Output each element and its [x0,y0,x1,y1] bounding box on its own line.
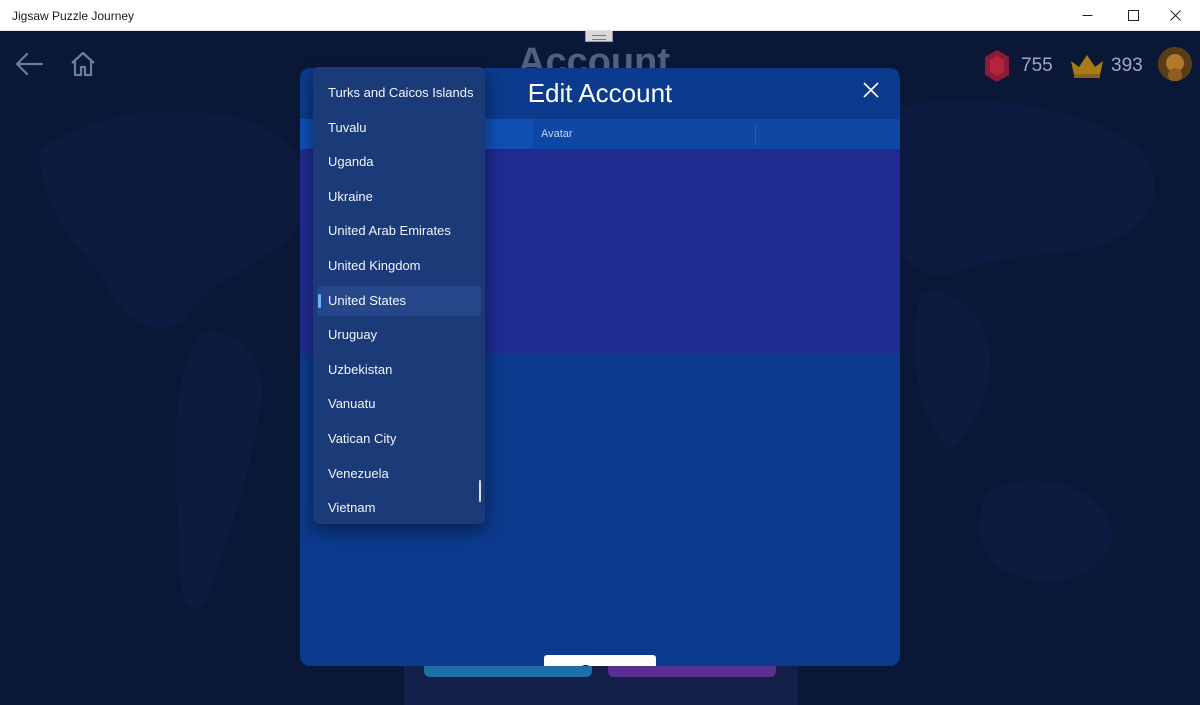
window-title: Jigsaw Puzzle Journey [12,9,135,23]
close-icon[interactable] [860,79,882,101]
list-item[interactable]: Tuvalu [317,113,481,143]
avatar[interactable] [1158,47,1192,81]
list-item[interactable]: United Kingdom [317,251,481,281]
tab-avatar[interactable]: Avatar [541,128,573,140]
list-item[interactable]: Ukraine [317,182,481,212]
app-area: Account 755 393 Edit Account Avatar Save [0,31,1200,705]
tab-divider [755,125,756,145]
list-item[interactable]: Vatican City [317,424,481,454]
minimize-button[interactable] [1064,0,1110,31]
list-item[interactable]: Uruguay [317,320,481,350]
list-item-selected[interactable]: United States [317,286,481,316]
minimize-icon [1082,15,1092,16]
dropdown-scrollbar[interactable] [479,480,481,502]
bottom-button-left[interactable] [424,665,592,677]
gem-icon [985,50,1009,82]
list-item[interactable]: Uzbekistan [317,355,481,385]
maximize-button[interactable] [1110,0,1156,31]
title-bar: Jigsaw Puzzle Journey [0,0,1200,31]
bottom-button-right[interactable] [608,665,776,677]
close-window-button[interactable] [1152,0,1198,31]
drag-handle[interactable] [585,31,613,42]
back-arrow-icon[interactable] [12,49,46,79]
list-item[interactable]: Vanuatu [317,389,481,419]
list-item[interactable]: Vietnam [317,493,481,523]
list-item[interactable]: Uganda [317,147,481,177]
crown-icon [1071,55,1103,78]
country-dropdown-list[interactable]: Turks and Caicos Islands Tuvalu Uganda U… [313,67,485,524]
list-item[interactable]: Turks and Caicos Islands [317,78,481,108]
maximize-icon [1127,10,1139,21]
lion-avatar-icon [1158,47,1192,81]
save-button[interactable]: Save [544,655,656,666]
home-icon[interactable] [66,47,100,81]
list-item[interactable]: United Arab Emirates [317,216,481,246]
crown-count: 393 [1111,55,1143,76]
list-item[interactable]: Venezuela [317,459,481,489]
gem-count: 755 [1021,55,1053,76]
close-icon [1169,10,1181,21]
